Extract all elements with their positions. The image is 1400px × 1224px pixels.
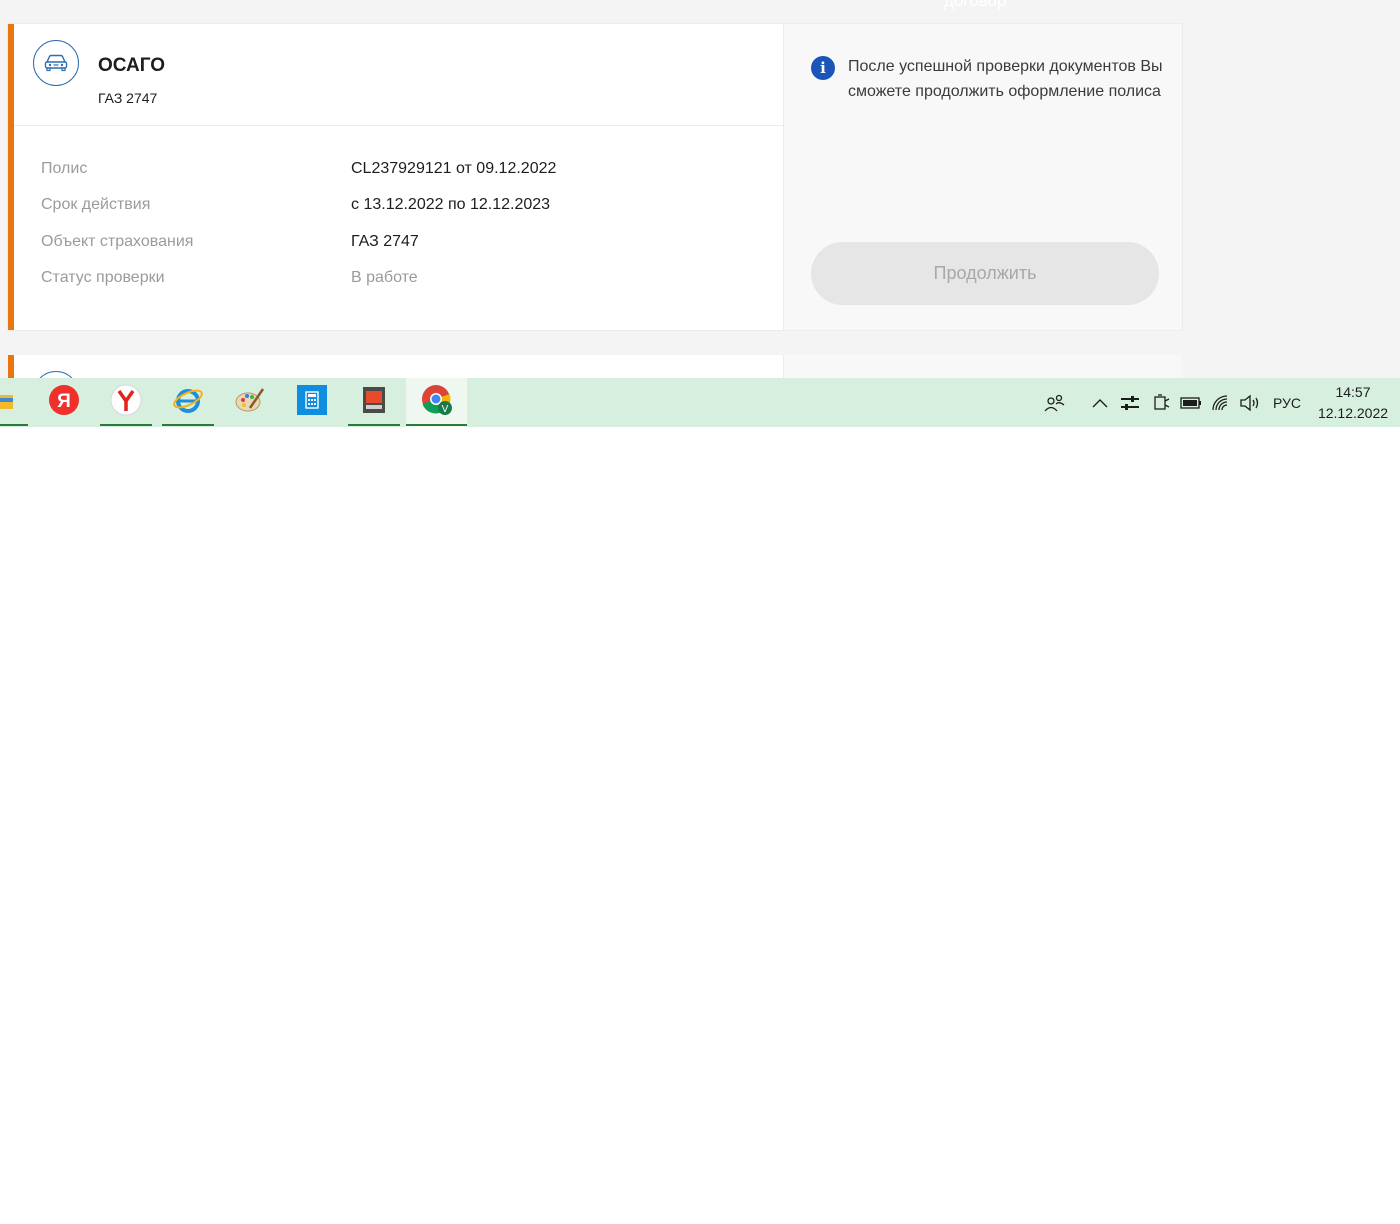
policy-subtitle: ГАЗ 2747 <box>98 90 158 106</box>
people-icon[interactable] <box>1040 378 1070 427</box>
taskbar-app-scanner[interactable] <box>348 378 400 427</box>
taskbar-app-chrome[interactable]: V <box>406 378 467 427</box>
settings-sliders-icon[interactable] <box>1117 378 1143 427</box>
ie-icon <box>172 384 204 421</box>
page-background: договор ОСАГО ГАЗ 2747 Полис CL237929121… <box>0 0 1400 378</box>
taskbar-app-yandex[interactable]: Я <box>38 378 90 427</box>
car-icon <box>33 371 79 378</box>
detail-label: Срок действия <box>41 196 151 213</box>
clock-time: 14:57 <box>1335 384 1371 400</box>
policy-card-main: ОСАГО ГАЗ 2747 Полис CL237929121 от 09.1… <box>14 24 783 330</box>
active-indicator <box>100 424 152 426</box>
detail-value: с 13.12.2022 по 12.12.2023 <box>351 196 551 213</box>
paint-icon <box>234 384 266 421</box>
active-indicator <box>162 424 214 426</box>
policy-title: ОСАГО <box>98 55 166 76</box>
taskbar-app-yandex-browser[interactable] <box>100 378 152 427</box>
volume-icon[interactable] <box>1237 378 1263 427</box>
policy-card-second-side <box>783 355 1182 378</box>
yandex-browser-icon <box>110 384 142 421</box>
detail-row-period: Срок действия с 13.12.2022 по 12.12.2023 <box>41 196 741 220</box>
car-icon <box>33 40 79 86</box>
calculator-icon <box>297 385 327 420</box>
taskbar-app-file-explorer[interactable] <box>0 378 28 427</box>
policy-card: ОСАГО ГАЗ 2747 Полис CL237929121 от 09.1… <box>8 24 1182 330</box>
policy-card-second <box>8 355 1182 378</box>
device-icon[interactable] <box>1148 378 1174 427</box>
detail-row-object: Объект страхования ГАЗ 2747 <box>41 233 741 257</box>
detail-label: Статус проверки <box>41 269 165 286</box>
detail-label: Полис <box>41 160 88 177</box>
battery-icon[interactable] <box>1178 378 1204 427</box>
clock[interactable]: 14:57 12.12.2022 <box>1312 382 1394 424</box>
taskbar-app-internet-explorer[interactable] <box>162 378 214 427</box>
chrome-icon: V <box>420 383 454 422</box>
folder-icon <box>0 389 15 416</box>
continue-button[interactable]: Продолжить <box>811 242 1159 305</box>
info-message: После успешной проверки документов Вы см… <box>848 58 1163 100</box>
policy-card-header: ОСАГО ГАЗ 2747 <box>14 24 783 126</box>
detail-label: Объект страхования <box>41 233 194 250</box>
detail-value: ГАЗ 2747 <box>351 233 419 250</box>
svg-text:Я: Я <box>57 391 71 412</box>
active-indicator <box>406 424 467 426</box>
taskbar: Я V РУС 14:57 12.12.2022 <box>0 378 1400 427</box>
detail-value: CL237929121 от 09.12.2022 <box>351 160 557 177</box>
info-icon: i <box>811 56 835 80</box>
language-indicator[interactable]: РУС <box>1268 378 1306 427</box>
top-ghost-text: договор <box>944 0 1007 10</box>
taskbar-app-paint[interactable] <box>224 378 276 427</box>
detail-row-status: Статус проверки В работе <box>41 269 741 293</box>
yandex-icon: Я <box>48 384 80 421</box>
wifi-icon[interactable] <box>1208 378 1234 427</box>
status-value: В работе <box>351 269 418 286</box>
taskbar-app-calculator[interactable] <box>286 378 338 427</box>
detail-row-policy: Полис CL237929121 от 09.12.2022 <box>41 160 741 184</box>
chevron-up-icon[interactable] <box>1087 378 1113 427</box>
scanner-icon <box>359 385 389 420</box>
active-indicator <box>0 424 28 426</box>
policy-card-side: i После успешной проверки документов Вы … <box>783 24 1182 330</box>
clock-date: 12.12.2022 <box>1317 405 1389 421</box>
svg-text:V: V <box>441 404 448 415</box>
active-indicator <box>348 424 400 426</box>
